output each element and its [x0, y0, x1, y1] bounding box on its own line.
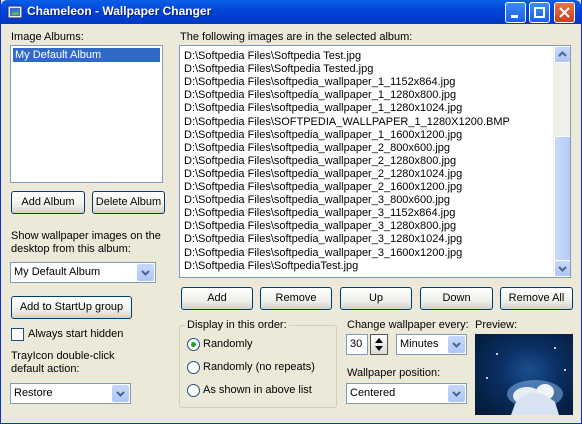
image-file-item[interactable]: D:\Softpedia Files\softpedia_wallpaper_3… [184, 207, 455, 219]
album-list[interactable]: My Default Album [10, 45, 163, 183]
minimize-icon [511, 15, 518, 18]
display-order-label: Display in this order: [185, 319, 289, 331]
album-list-item-selected[interactable]: My Default Album [13, 48, 160, 62]
scroll-thumb[interactable] [554, 136, 570, 271]
interval-spinner[interactable] [370, 334, 388, 355]
scroll-up-arrow-icon[interactable] [554, 46, 570, 63]
images-label: The following images are in the selected… [180, 31, 413, 43]
title-bar[interactable]: Chameleon - Wallpaper Changer [1, 0, 581, 24]
order-radio-randomly[interactable] [187, 338, 200, 351]
move-up-button[interactable]: Up [340, 287, 412, 310]
image-file-item[interactable]: D:\Softpedia Files\softpedia_wallpaper_3… [184, 233, 462, 245]
trayicon-label-2: default action: [11, 363, 80, 375]
preview-label: Preview: [475, 319, 518, 331]
image-file-item[interactable]: D:\Softpedia Files\softpedia_wallpaper_3… [184, 194, 450, 206]
close-button[interactable] [554, 2, 575, 23]
image-file-item[interactable]: D:\Softpedia Files\Softpedia Tested.jpg [184, 63, 373, 75]
interval-unit-select[interactable]: Minutes [396, 334, 467, 355]
order-radio-list-order[interactable] [187, 384, 200, 397]
spin-arrows-icon [375, 338, 383, 351]
change-every-label: Change wallpaper every: [347, 319, 469, 331]
wallpaper-position-select[interactable]: Centered [346, 383, 467, 404]
interval-value: 30 [350, 338, 363, 350]
add-to-startup-button[interactable]: Add to StartUp group [11, 296, 132, 319]
wallpaper-position-label: Wallpaper position: [347, 367, 441, 379]
image-file-list[interactable]: D:\Softpedia Files\SoftpediaTest.jpg D:\S… [179, 45, 571, 278]
tray-action-value: Restore [14, 387, 53, 399]
image-file-item[interactable]: D:\Softpedia Files\Softpedia Test.jpg [184, 50, 361, 62]
image-file-item[interactable]: D:\Softpedia Files\SoftpediaTest.jpg [184, 260, 358, 272]
image-file-item[interactable]: D:\Softpedia Files\softpedia_wallpaper_2… [184, 181, 462, 193]
image-file-item[interactable]: D:\Softpedia Files\softpedia_wallpaper_2… [184, 168, 462, 180]
image-file-item[interactable]: D:\Softpedia Files\softpedia_wallpaper_1… [184, 102, 462, 114]
chevron-down-icon[interactable] [112, 385, 129, 402]
maximize-icon [534, 7, 545, 18]
chevron-down-icon[interactable] [137, 264, 154, 281]
remove-image-button[interactable]: Remove [260, 287, 332, 310]
chevron-down-icon[interactable] [448, 385, 465, 402]
album-select[interactable]: My Default Album [10, 262, 156, 283]
vertical-scrollbar[interactable] [553, 46, 570, 277]
image-file-item[interactable]: D:\Softpedia Files\softpedia_wallpaper_1… [184, 89, 456, 101]
wallpaper-preview-image [475, 334, 573, 415]
show-wallpaper-label-2: desktop from this album: [11, 243, 131, 255]
order-label-randomly: Randomly [203, 338, 253, 350]
tray-action-select[interactable]: Restore [10, 383, 131, 404]
delete-album-button[interactable]: Delete Album [92, 191, 165, 214]
order-label-list-order: As shown in above list [203, 384, 312, 396]
scroll-down-arrow-icon[interactable] [554, 260, 570, 277]
window-title: Chameleon - Wallpaper Changer [27, 4, 212, 18]
image-file-item[interactable]: D:\Softpedia Files\softpedia_wallpaper_1… [184, 76, 455, 88]
image-file-item[interactable]: D:\Softpedia Files\SOFTPEDIA_WALLPAPER_1… [184, 116, 510, 128]
main-window: Chameleon - Wallpaper Changer Image Albu… [0, 0, 582, 424]
maximize-button[interactable] [529, 2, 550, 23]
add-image-button[interactable]: Add [181, 287, 253, 310]
order-radio-no-repeats[interactable] [187, 361, 200, 374]
chevron-down-icon[interactable] [448, 336, 465, 353]
preview-artwork [486, 347, 566, 415]
wallpaper-position-value: Centered [350, 387, 396, 399]
image-albums-label: Image Albums: [11, 31, 84, 43]
image-file-item[interactable]: D:\Softpedia Files\softpedia_wallpaper_1… [184, 129, 462, 141]
image-file-item[interactable]: D:\Softpedia Files\softpedia_wallpaper_2… [184, 155, 456, 167]
always-hidden-label: Always start hidden [28, 328, 124, 340]
remove-all-button[interactable]: Remove All [500, 287, 573, 310]
interval-unit-value: Minutes [400, 338, 439, 350]
minimize-button[interactable] [505, 2, 526, 23]
order-label-no-repeats: Randomly (no repeats) [203, 361, 315, 373]
add-album-button[interactable]: Add Album [11, 191, 85, 214]
move-down-button[interactable]: Down [420, 287, 493, 310]
close-icon [559, 7, 570, 18]
image-file-item[interactable]: D:\Softpedia Files\softpedia_wallpaper_3… [184, 220, 456, 232]
show-wallpaper-label-1: Show wallpaper images on the [11, 230, 161, 242]
album-select-value: My Default Album [14, 266, 101, 278]
always-hidden-checkbox[interactable] [11, 328, 24, 341]
image-file-item[interactable]: D:\Softpedia Files\softpedia_wallpaper_2… [184, 142, 450, 154]
interval-input[interactable]: 30 [346, 334, 368, 355]
image-file-item[interactable]: D:\Softpedia Files\softpedia_wallpaper_3… [184, 247, 462, 259]
chameleon-app-icon [7, 5, 23, 19]
trayicon-label-1: TrayIcon double-click [11, 350, 115, 362]
